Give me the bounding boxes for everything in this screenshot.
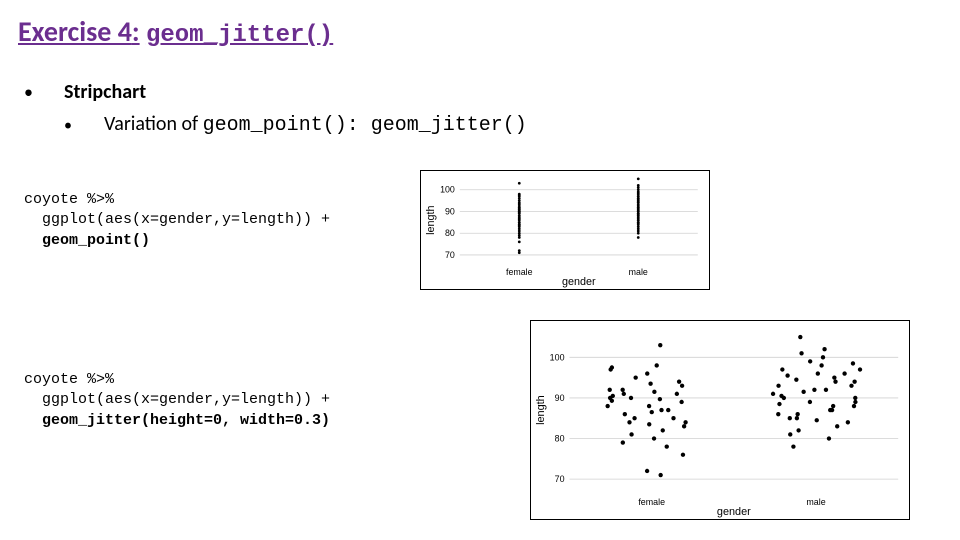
svg-text:80: 80 [555,433,565,443]
code1-line2: ggplot(aes(x=gender,y=length)) + [24,211,330,228]
bullet-2-text: Variation of geom_point(): geom_jitter() [104,110,527,140]
bullet-1-text: Stripchart [64,78,146,106]
svg-text:male: male [629,267,648,277]
slide-title: Exercise 4: geom_jitter() [18,14,333,49]
svg-text:length: length [535,395,547,425]
bullet-2-code: geom_point(): geom_jitter() [203,114,527,137]
code-block-2: coyote %>% ggplot(aes(x=gender,y=length)… [24,370,330,431]
svg-text:female: female [506,267,533,277]
svg-text:gender: gender [562,276,596,288]
bullet-dot-icon: • [64,115,104,137]
chart-geom-jitter: 70 80 90 100 female male gender length [530,320,910,520]
svg-text:70: 70 [555,474,565,484]
title-exercise: Exercise 4 [18,14,132,49]
bullet-dot-icon: • [24,80,64,105]
svg-text:length: length [425,205,437,234]
svg-text:gender: gender [717,506,751,518]
svg-text:90: 90 [555,393,565,403]
bullet-1: • Stripchart [24,78,527,106]
title-colon: : [132,14,140,49]
svg-text:90: 90 [445,206,455,216]
chart-geom-point: 70 80 90 100 female male gender length [420,170,710,290]
svg-text:80: 80 [445,228,455,238]
code2-line3: geom_jitter(height=0, width=0.3) [24,412,330,429]
svg-text:70: 70 [445,250,455,260]
bullet-2-pre: Variation of [104,112,203,136]
bullet-list: • Stripchart • Variation of geom_point()… [24,78,527,140]
svg-text:100: 100 [440,185,455,195]
title-func: geom_jitter() [146,22,333,49]
code2-line2: ggplot(aes(x=gender,y=length)) + [24,391,330,408]
code1-line1: coyote %>% [24,191,114,208]
svg-text:female: female [638,497,665,507]
code2-line1: coyote %>% [24,371,114,388]
svg-text:male: male [806,497,825,507]
svg-text:100: 100 [550,352,565,362]
code-block-1: coyote %>% ggplot(aes(x=gender,y=length)… [24,190,330,251]
bullet-2: • Variation of geom_point(): geom_jitter… [24,110,527,140]
code1-line3: geom_point() [24,232,150,249]
